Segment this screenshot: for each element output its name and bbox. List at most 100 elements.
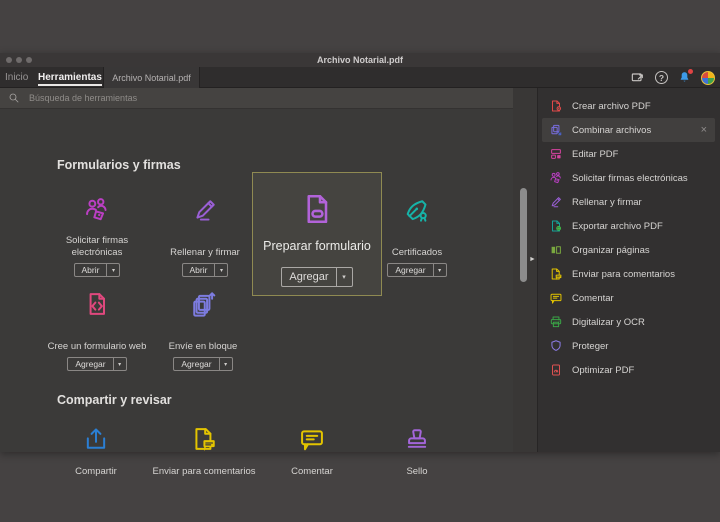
sidebar-item-label: Crear archivo PDF	[572, 101, 651, 112]
scan-icon	[549, 315, 563, 329]
comment-icon	[298, 425, 326, 453]
sidebar-item-organizar-paginas[interactable]: Organizar páginas	[538, 238, 720, 262]
doc-comment-icon	[549, 267, 563, 281]
notifications-bell-icon[interactable]	[677, 70, 692, 85]
chevron-down-icon[interactable]: ▾	[106, 264, 119, 276]
button-label: Abrir	[183, 264, 215, 276]
sidebar-item-label: Comentar	[572, 293, 614, 304]
chevron-down-icon[interactable]: ▾	[219, 358, 232, 370]
sidebar-item-editar-pdf[interactable]: Editar PDF	[538, 142, 720, 166]
edit-pdf-icon	[549, 147, 563, 161]
button-label: Agregar	[282, 268, 335, 286]
agregar-button[interactable]: Agregar▾	[281, 267, 352, 287]
pen-icon	[191, 196, 219, 224]
button-label: Agregar	[388, 264, 432, 276]
share-up-icon	[82, 425, 110, 453]
tool-tile-cree-un-formulario-web[interactable]: Cree un formulario web Agregar▾	[41, 287, 153, 371]
chevron-down-icon[interactable]: ▾	[113, 358, 126, 370]
sidebar-item-label: Solicitar firmas electrónicas	[572, 173, 688, 184]
sidebar-item-crear-archivo-pdf[interactable]: Crear archivo PDF	[538, 94, 720, 118]
help-icon[interactable]: ?	[655, 71, 668, 84]
nib-badge-icon	[403, 196, 431, 224]
button-label: Agregar	[174, 358, 218, 370]
tab-document[interactable]: Archivo Notarial.pdf	[103, 67, 200, 88]
tool-tile-solicitar-firmas-electronicas[interactable]: Solicitar firmas electrónicas Abrir▾	[41, 193, 153, 277]
tool-tile-rellenar-y-firmar[interactable]: Rellenar y firmar Abrir▾	[149, 193, 261, 277]
sidebar-item-label: Exportar archivo PDF	[572, 221, 663, 232]
doc-stack-icon	[189, 290, 217, 318]
close-icon[interactable]: ×	[701, 118, 707, 142]
chevron-down-icon[interactable]: ▾	[214, 264, 227, 276]
combine-icon	[549, 123, 563, 137]
section-title-share: Compartir y revisar	[57, 393, 172, 407]
notification-dot	[688, 69, 693, 74]
tab-tools[interactable]: Herramientas	[38, 67, 102, 86]
sidebar-item-label: Organizar páginas	[572, 245, 650, 256]
doc-comment-icon	[190, 425, 218, 453]
tile-label: Enviar para comentarios	[153, 466, 256, 477]
people-pen-icon	[549, 171, 563, 185]
sidebar-item-label: Enviar para comentarios	[572, 269, 675, 280]
tile-label: Sello	[406, 466, 427, 477]
tile-label: Comentar	[291, 466, 333, 477]
tile-label: Cree un formulario web	[48, 321, 147, 352]
sidebar-item-solicitar-firmas-electronicas[interactable]: Solicitar firmas electrónicas	[538, 166, 720, 190]
vertical-scrollbar[interactable]	[520, 188, 527, 282]
chevron-down-icon[interactable]: ▾	[433, 264, 446, 276]
sidebar-item-label: Proteger	[572, 341, 608, 352]
tool-tile-certificados[interactable]: Certificados Agregar▾	[361, 193, 473, 277]
tools-sidebar: Crear archivo PDF Combinar archivos × Edita…	[537, 88, 720, 452]
sidebar-item-label: Digitalizar y OCR	[572, 317, 645, 328]
acrobat-window: Archivo Notarial.pdf Inicio Herramientas…	[0, 53, 720, 452]
abrir-button[interactable]: Abrir▾	[74, 263, 121, 277]
search-input[interactable]	[27, 92, 327, 104]
sidebar-item-combinar-archivos[interactable]: Combinar archivos ×	[542, 118, 715, 142]
sidebar-item-optimizar-pdf[interactable]: Optimizar PDF	[538, 358, 720, 382]
doc-form-icon	[299, 191, 335, 227]
tile-label: Compartir	[75, 466, 117, 477]
tab-home[interactable]: Inicio	[5, 67, 28, 88]
window-titlebar: Archivo Notarial.pdf	[0, 53, 720, 67]
window-title: Archivo Notarial.pdf	[0, 53, 720, 67]
search-icon	[8, 92, 20, 104]
agregar-button[interactable]: Agregar▾	[387, 263, 446, 277]
sidebar-item-enviar-para-comentarios[interactable]: Enviar para comentarios	[538, 262, 720, 286]
tool-tile-envie-en-bloque[interactable]: Envíe en bloque Agregar▾	[147, 287, 259, 371]
export-icon	[549, 219, 563, 233]
sidebar-item-digitalizar-y-ocr[interactable]: Digitalizar y OCR	[538, 310, 720, 334]
sidebar-item-label: Editar PDF	[572, 149, 618, 160]
sidebar-item-exportar-archivo-pdf[interactable]: Exportar archivo PDF	[538, 214, 720, 238]
tool-tile-sello[interactable]: Sello	[347, 424, 487, 477]
tab-bar: Inicio Herramientas Archivo Notarial.pdf…	[0, 67, 720, 88]
sidebar-item-comentar[interactable]: Comentar	[538, 286, 720, 310]
organize-icon	[549, 243, 563, 257]
tools-content: Formularios y firmas Solicitar firmas el…	[0, 88, 513, 452]
optimize-icon	[549, 363, 563, 377]
tile-label: Rellenar y firmar	[170, 227, 240, 258]
tile-label: Preparar formulario	[263, 239, 371, 253]
panel-collapse-icon[interactable]: ►	[529, 255, 536, 265]
search-bar[interactable]	[0, 88, 513, 109]
sidebar-item-label: Rellenar y firmar	[572, 197, 642, 208]
sidebar-item-proteger[interactable]: Proteger	[538, 334, 720, 358]
comment-icon	[549, 291, 563, 305]
tile-label: Certificados	[392, 227, 442, 258]
tile-label: Solicitar firmas electrónicas	[41, 227, 153, 258]
section-title-forms: Formularios y firmas	[57, 158, 181, 172]
sidebar-item-label: Optimizar PDF	[572, 365, 634, 376]
content-scroll-gutter: ►	[513, 88, 537, 452]
avatar[interactable]	[701, 71, 715, 85]
tile-label: Envíe en bloque	[169, 321, 238, 352]
button-label: Agregar	[68, 358, 112, 370]
doc-code-icon	[83, 290, 111, 318]
pen-icon	[549, 195, 563, 209]
people-pen-icon	[83, 196, 111, 224]
button-label: Abrir	[75, 264, 107, 276]
abrir-button[interactable]: Abrir▾	[182, 263, 229, 277]
stamp-icon	[403, 425, 431, 453]
sidebar-item-label: Combinar archivos	[572, 125, 651, 136]
sidebar-item-rellenar-y-firmar[interactable]: Rellenar y firmar	[538, 190, 720, 214]
agregar-button[interactable]: Agregar▾	[173, 357, 232, 371]
agregar-button[interactable]: Agregar▾	[67, 357, 126, 371]
chevron-down-icon[interactable]: ▾	[336, 268, 352, 286]
